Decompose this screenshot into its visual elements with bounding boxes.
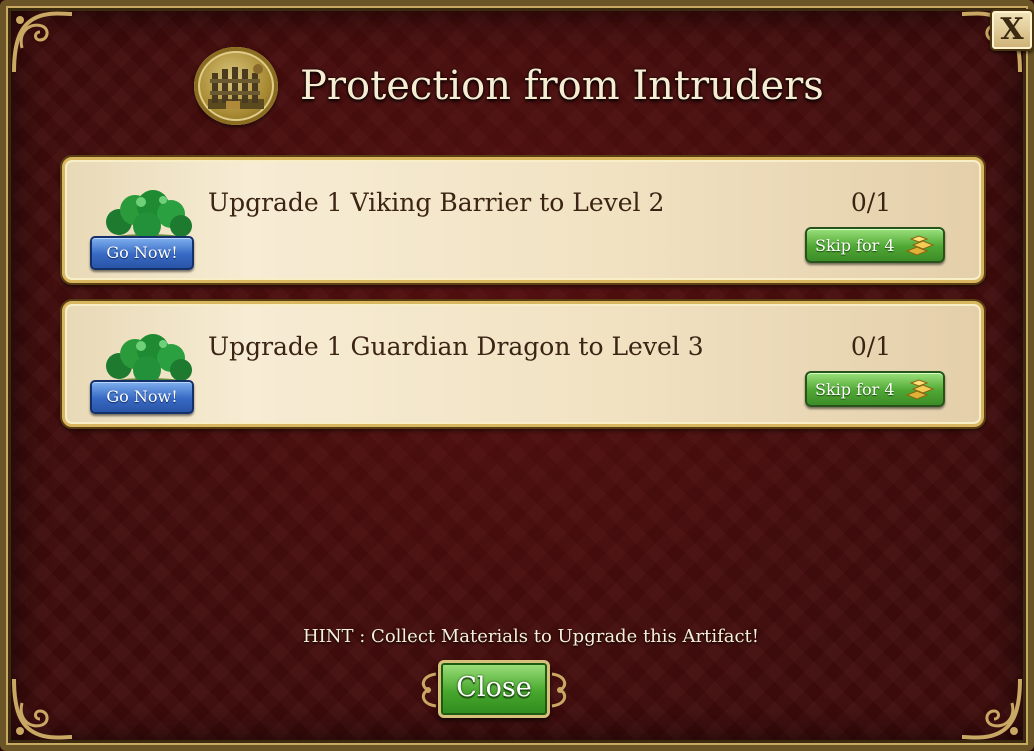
close-button-group: Close — [416, 658, 572, 722]
quest-description: Upgrade 1 Viking Barrier to Level 2 — [208, 188, 665, 217]
fence-artifact-icon — [194, 47, 278, 125]
quest-dialog: X Protection from Intruders Go Now! Upgr… — [0, 0, 1034, 751]
close-x-button[interactable]: X — [990, 9, 1034, 51]
skip-label: Skip for 4 — [815, 379, 895, 399]
corner-ornament — [8, 8, 78, 78]
quest-row: Go Now! Upgrade 1 Guardian Dragon to Lev… — [62, 301, 984, 427]
go-now-button[interactable]: Go Now! — [90, 236, 194, 270]
close-button[interactable]: Close — [438, 660, 550, 718]
quest-progress: 0/1 — [850, 188, 892, 217]
scroll-ornament-icon — [421, 672, 437, 708]
corner-ornament — [956, 673, 1026, 743]
dialog-header: Protection from Intruders — [194, 46, 824, 126]
quest-progress: 0/1 — [850, 332, 892, 361]
corner-ornament — [8, 673, 78, 743]
skip-button[interactable]: Skip for 4 — [805, 371, 945, 407]
gold-bars-icon — [905, 379, 934, 400]
go-now-button[interactable]: Go Now! — [90, 380, 194, 414]
quest-row: Go Now! Upgrade 1 Viking Barrier to Leve… — [62, 157, 984, 283]
quest-description: Upgrade 1 Guardian Dragon to Level 3 — [208, 332, 704, 361]
gold-bars-icon — [905, 235, 934, 256]
dialog-title: Protection from Intruders — [300, 63, 824, 109]
hint-text: HINT : Collect Materials to Upgrade this… — [302, 626, 760, 647]
skip-label: Skip for 4 — [815, 235, 895, 255]
scroll-ornament-icon — [551, 672, 567, 708]
skip-button[interactable]: Skip for 4 — [805, 227, 945, 263]
